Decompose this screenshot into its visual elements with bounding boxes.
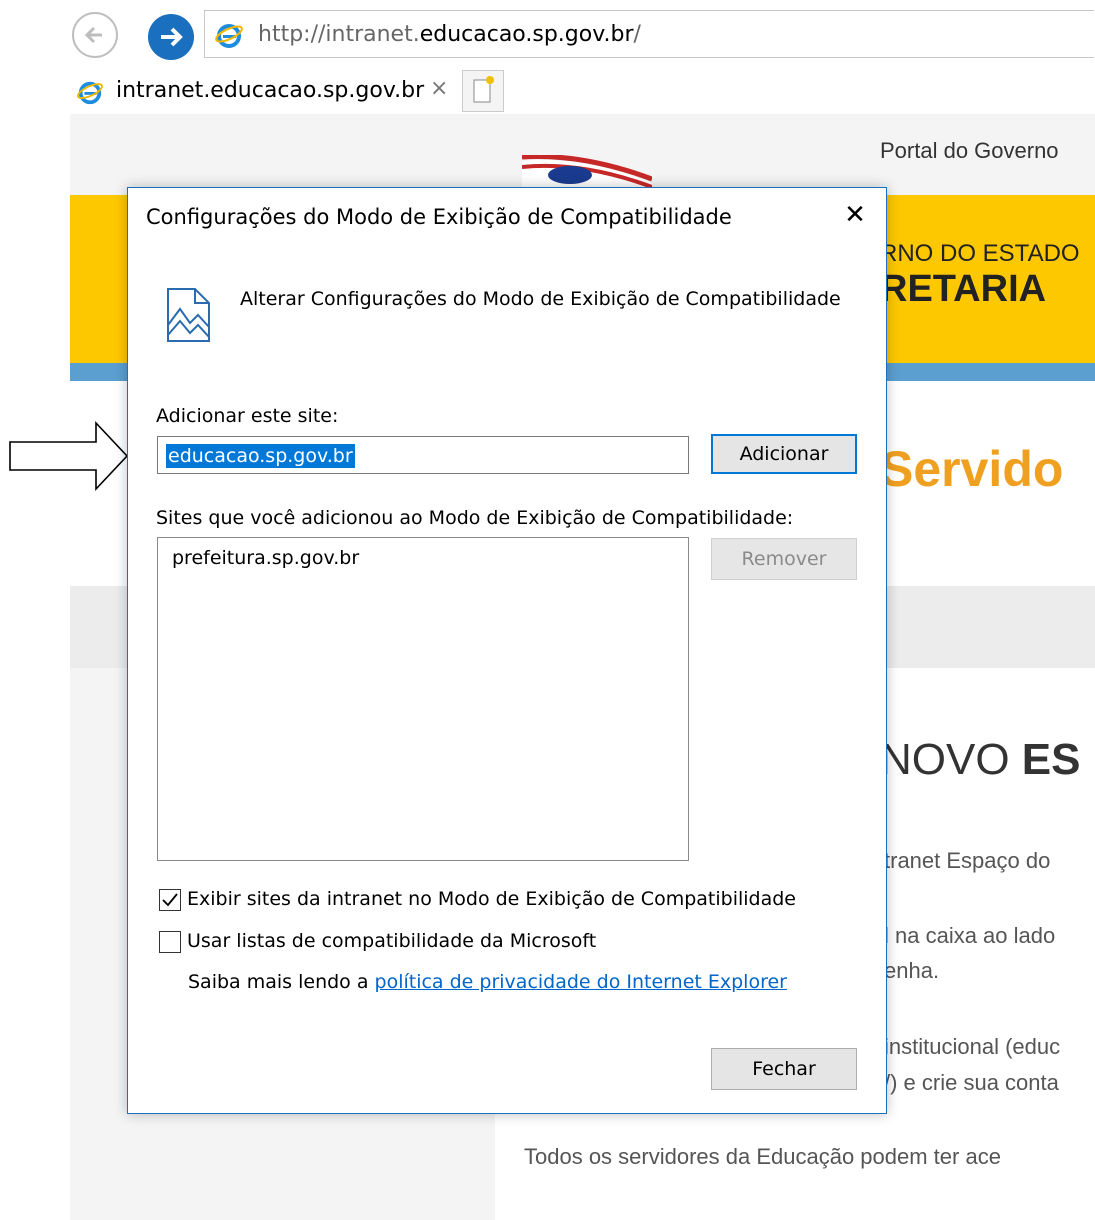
- back-button[interactable]: [72, 12, 118, 58]
- forward-arrow-icon: [161, 27, 183, 47]
- add-button[interactable]: Adicionar: [711, 434, 857, 474]
- intranet-compat-label[interactable]: Exibir sites da intranet no Modo de Exib…: [187, 888, 796, 910]
- privacy-policy-link[interactable]: política de privacidade do Internet Expl…: [375, 971, 787, 993]
- close-button[interactable]: Fechar: [711, 1048, 857, 1090]
- tab-close-icon[interactable]: ×: [430, 76, 448, 101]
- content-heading: NOVO ES: [880, 735, 1081, 784]
- document-picture-icon: [167, 288, 210, 342]
- privacy-text: Saiba mais lendo a política de privacida…: [188, 971, 787, 993]
- list-item[interactable]: prefeitura.sp.gov.br: [172, 547, 359, 569]
- dialog-close-icon[interactable]: ✕: [838, 198, 872, 232]
- content-text: enha.: [884, 958, 940, 983]
- state-flag-logo: [522, 155, 652, 187]
- content-text: l na caixa ao lado: [884, 923, 1056, 948]
- checkmark-icon: [162, 893, 178, 907]
- content-text: Todos os servidores da Educação podem te…: [524, 1144, 1001, 1169]
- dialog-title: Configurações do Modo de Exibição de Com…: [146, 205, 732, 229]
- banner-government-text: RNO DO ESTADO: [880, 240, 1080, 267]
- forward-button[interactable]: [148, 14, 194, 60]
- address-text: http://intranet.educacao.sp.gov.br/: [258, 22, 641, 47]
- add-site-label: Adicionar este site:: [156, 405, 339, 427]
- servidor-logo-text: Servido: [880, 441, 1064, 497]
- ie-logo-icon: [215, 24, 243, 48]
- ms-lists-label[interactable]: Usar listas de compatibilidade da Micros…: [187, 930, 596, 952]
- banner-secretaria-text: RETARIA: [880, 268, 1047, 310]
- portal-link[interactable]: Portal do Governo: [880, 138, 1059, 164]
- add-site-input-value: educacao.sp.gov.br: [166, 444, 355, 468]
- content-text: /) e crie sua conta: [884, 1070, 1059, 1095]
- content-text: institucional (educ: [884, 1034, 1061, 1059]
- remove-button[interactable]: Remover: [711, 538, 857, 580]
- back-arrow-icon: [84, 26, 102, 44]
- new-tab-icon: [473, 76, 494, 103]
- tab-title[interactable]: intranet.educacao.sp.gov.br: [116, 78, 424, 103]
- new-tab-button[interactable]: [462, 70, 504, 112]
- sites-list[interactable]: [157, 537, 689, 861]
- ms-lists-checkbox[interactable]: [159, 931, 181, 953]
- sites-list-label: Sites que você adicionou ao Modo de Exib…: [156, 507, 794, 529]
- ie-tab-icon: [77, 81, 103, 105]
- annotation-arrow-icon: [9, 420, 129, 492]
- content-text: tranet Espaço do: [884, 848, 1051, 873]
- dialog-heading: Alterar Configurações do Modo de Exibiçã…: [240, 288, 841, 310]
- intranet-compat-checkbox[interactable]: [159, 889, 181, 911]
